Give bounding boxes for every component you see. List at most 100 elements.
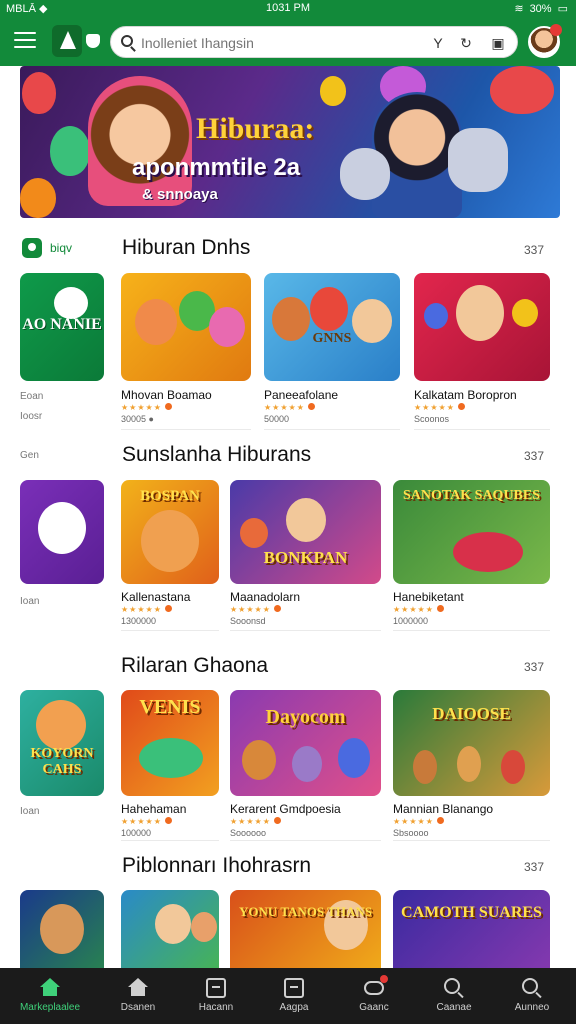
search-icon [522, 978, 538, 994]
app-card[interactable]: GNNS Paneeafolane ★★★★★ 50000 [264, 273, 400, 430]
brand-label: biqv [50, 241, 73, 255]
rating-stars: ★★★★★ [121, 605, 172, 614]
app-downloads: 100000 [121, 828, 152, 838]
app-card[interactable]: BOSPAN Kallenastana ★★★★★ 1300000 [121, 480, 219, 631]
app-card[interactable]: Ioan [20, 480, 104, 620]
app-name: Mhovan Boamao [121, 388, 212, 402]
window-icon[interactable]: ▣ [489, 34, 507, 52]
app-card[interactable] [20, 890, 104, 968]
section-title: Rilaran Ghaona [121, 654, 269, 677]
app-card[interactable]: SANOTAK SAQUBES Hanebiketant ★★★★★ 10000… [393, 480, 550, 631]
app-thumbnail [20, 890, 104, 968]
app-card[interactable]: CAMOTH SUARES [393, 890, 550, 968]
search-input[interactable] [141, 33, 421, 53]
rating-stars: ★★★★★ [393, 817, 444, 826]
app-downloads: Soooooo [230, 828, 267, 838]
section-title: Sunslanha Hiburans [122, 443, 312, 466]
app-thumbnail [121, 890, 219, 968]
app-downloads: 1300000 [121, 616, 157, 626]
side-label: Eoan [20, 391, 44, 402]
nav-item-gaanc[interactable]: Gaanc [338, 968, 410, 1024]
app-name: Paneeafolane [264, 388, 339, 402]
banner-pet-illustration [448, 128, 508, 192]
promo-banner[interactable]: Hiburaa: aponmmtile 2a & snnoaya [20, 66, 560, 218]
nav-label: Dsanen [120, 1002, 156, 1013]
app-name: Maanadolarn [230, 590, 301, 604]
home-icon [128, 978, 148, 996]
section-count[interactable]: 337 [524, 660, 544, 674]
gamepad-icon [364, 975, 388, 995]
clock: 1031 PM [265, 2, 311, 14]
nav-label: Caanae [436, 1002, 472, 1013]
app-thumbnail: GNNS [264, 273, 400, 381]
search-icon [444, 978, 460, 994]
app-downloads: Sooonsd [230, 616, 266, 626]
app-downloads: Sbsoooo [393, 828, 429, 838]
app-card[interactable]: Dayocom Kerarent Gmdpoesia ★★★★★ Soooooo [230, 690, 381, 841]
app-thumbnail: DAIOOSE [393, 690, 550, 796]
menu-icon[interactable] [14, 32, 36, 50]
nav-item-dsanen[interactable]: Dsanen [102, 968, 174, 1024]
filter-icon[interactable]: Y [429, 34, 447, 52]
app-downloads: Scoonos [414, 414, 450, 424]
app-card[interactable]: VENIS Hahehaman ★★★★★ 100000 [121, 690, 219, 841]
nav-label: Aagpa [279, 1002, 309, 1013]
app-card[interactable]: Kalkatam Boropron ★★★★★ Scoonos [414, 273, 550, 430]
rating-stars: ★★★★★ [121, 403, 172, 412]
search-icon [121, 35, 133, 47]
app-name: Kerarent Gmdpoesia [230, 802, 341, 816]
nav-label: Markeplaalee [19, 1002, 81, 1013]
side-label: Gen [20, 450, 39, 461]
box-icon [284, 978, 304, 998]
nav-label: Aunneo [514, 1002, 550, 1013]
app-thumbnail: BOSPAN [121, 480, 219, 584]
status-bar: MBLĀ ◆ 1031 PM ≋ 30% ▭ [0, 0, 576, 18]
section-title: Piblonnarı Ihohrasrn [122, 854, 312, 877]
rating-stars: ★★★★★ [230, 605, 281, 614]
app-name: Mannian Blanango [393, 802, 494, 816]
app-logo[interactable] [52, 25, 82, 57]
banner-title: Hiburaa: [196, 112, 315, 145]
avatar[interactable] [528, 24, 562, 58]
app-card[interactable]: BONKPAN Maanadolarn ★★★★★ Sooonsd [230, 480, 381, 631]
shield-icon [22, 238, 42, 258]
app-thumbnail: YONU TANOS THANS [230, 890, 381, 968]
side-label: Ioan [20, 596, 40, 607]
nav-item-marketplace[interactable]: Markeplaalee [14, 968, 86, 1024]
home-icon [40, 978, 60, 996]
app-card[interactable]: KOYORN CAHS Ioan [20, 690, 104, 830]
app-thumbnail: KOYORN CAHS [20, 690, 104, 796]
app-name: Hanebiketant [393, 590, 464, 604]
banner-tagline: & snnoaya [142, 186, 218, 203]
app-thumbnail [414, 273, 550, 381]
nav-item-caanae[interactable]: Caanae [418, 968, 490, 1024]
app-name: Kalkatam Boropron [414, 388, 517, 402]
nav-label: Hacann [198, 1002, 234, 1013]
app-card[interactable]: YONU TANOS THANS [230, 890, 381, 968]
shield-icon [86, 34, 100, 48]
app-bar: Y ↻ ▣ [0, 18, 576, 66]
search-bar[interactable]: Y ↻ ▣ [110, 26, 518, 58]
section-count[interactable]: 337 [524, 860, 544, 874]
banner-pet-illustration [340, 148, 390, 200]
app-thumbnail: Dayocom [230, 690, 381, 796]
brand-tag: biqv [22, 238, 72, 258]
notification-badge [550, 24, 562, 36]
section-title: Hiburan Dnhs [122, 236, 251, 259]
section-count[interactable]: 337 [524, 243, 544, 257]
app-card[interactable] [121, 890, 219, 968]
app-card[interactable]: Mhovan Boamao ★★★★★ 30005 ● [121, 273, 251, 430]
refresh-icon[interactable]: ↻ [457, 34, 475, 52]
nav-item-aagpa[interactable]: Aagpa [258, 968, 330, 1024]
app-thumbnail [20, 480, 104, 584]
app-downloads: 50000 [264, 414, 290, 424]
nav-item-hacann[interactable]: Hacann [180, 968, 252, 1024]
app-card[interactable]: DAIOOSE Mannian Blanango ★★★★★ Sbsoooo [393, 690, 550, 841]
section-count[interactable]: 337 [524, 449, 544, 463]
app-thumbnail: AO NANIE [20, 273, 104, 381]
nav-item-aunneo[interactable]: Aunneo [496, 968, 568, 1024]
battery-icon: ▭ [557, 3, 568, 15]
app-card[interactable]: AO NANIE Eoan Ioosr [20, 273, 104, 423]
app-thumbnail: BONKPAN [230, 480, 381, 584]
banner-subtitle: aponmmtile 2a [132, 154, 301, 181]
